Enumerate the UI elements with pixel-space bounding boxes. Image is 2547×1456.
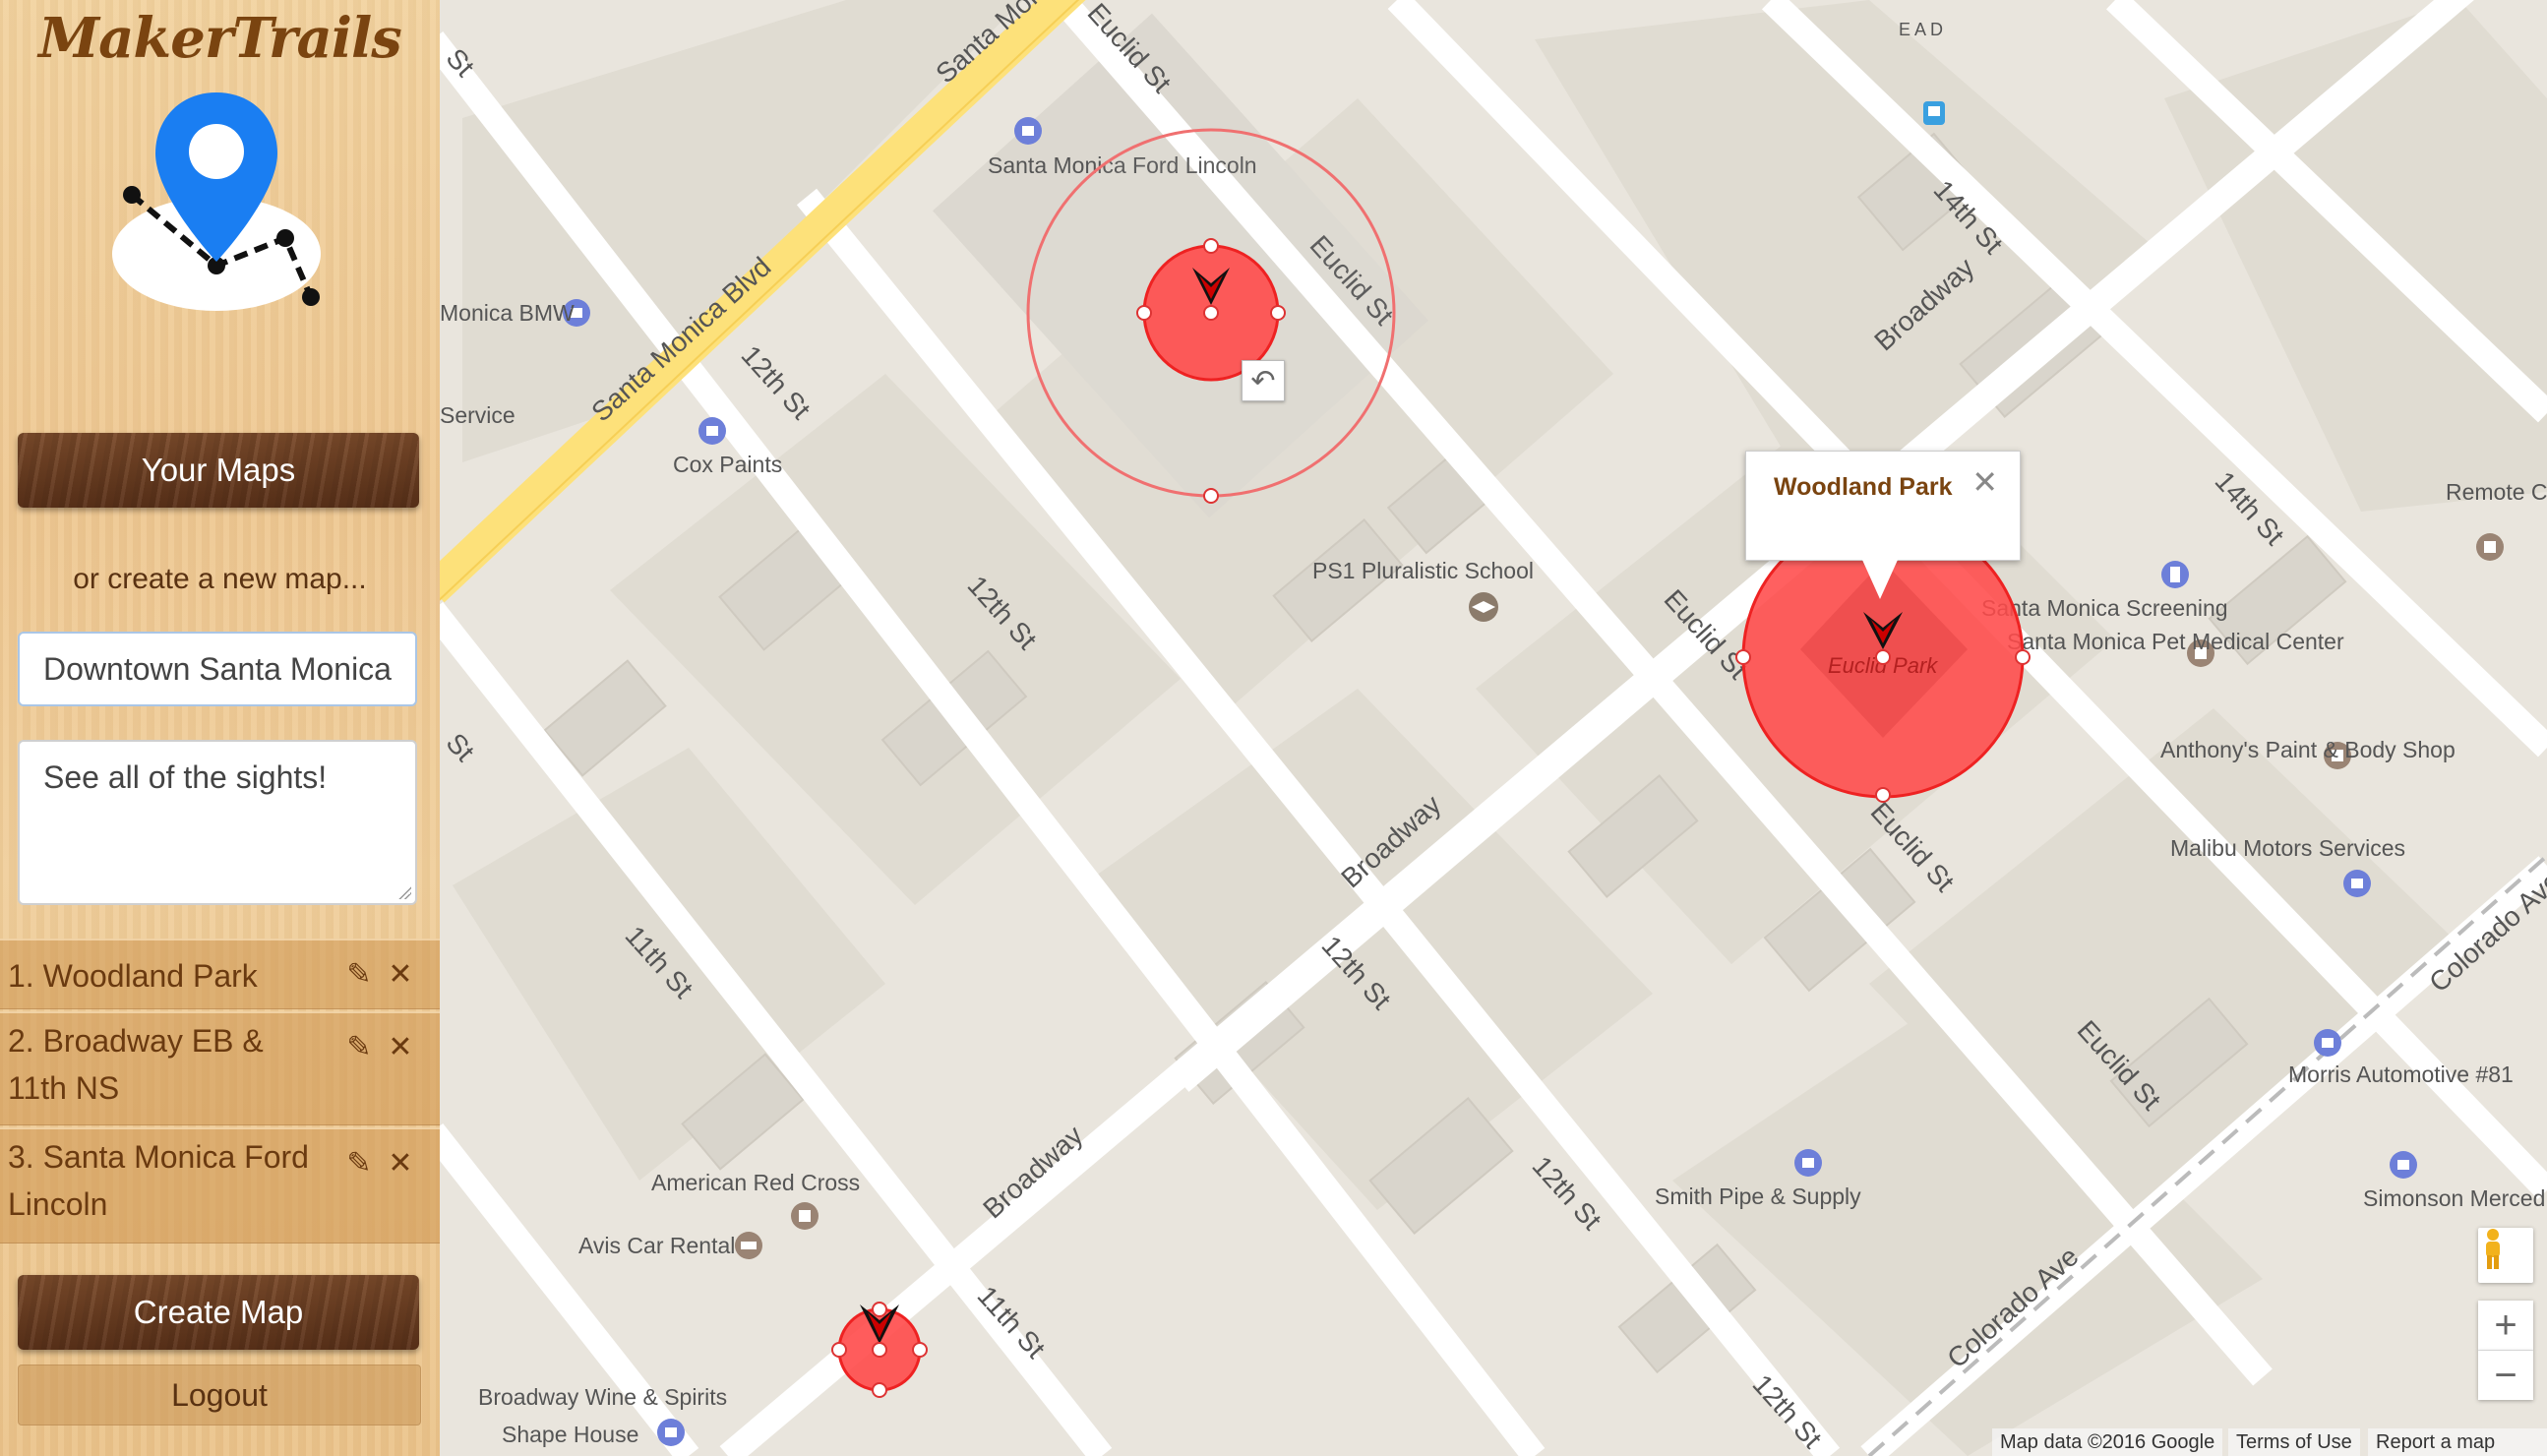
zoom-in-button[interactable]: + [2478, 1301, 2533, 1351]
stop-list-item[interactable]: 3. Santa Monica Ford Lincoln ✎ ✕ [0, 1127, 440, 1244]
undo-icon[interactable]: ↶ [1242, 360, 1285, 401]
close-icon[interactable]: ✕ [1971, 463, 1998, 501]
app-title: MakerTrails [38, 6, 402, 71]
place-label: Santa Monica Screening [1981, 595, 2228, 621]
logout-button[interactable]: Logout [18, 1365, 421, 1426]
stop-label: 2. Broadway EB & 11th NS [8, 1023, 264, 1106]
map-name-input[interactable]: Downtown Santa Monica [18, 632, 417, 706]
place-label: Monica BMW [440, 300, 575, 326]
stop-list-item[interactable]: 1. Woodland Park ✎ ✕ [0, 939, 440, 1009]
close-icon[interactable]: ✕ [386, 1147, 415, 1180]
info-window: Woodland Park ✕ [1745, 451, 2021, 599]
zoom-out-button[interactable]: − [2478, 1351, 2533, 1400]
pencil-icon[interactable]: ✎ [344, 1031, 374, 1063]
pencil-icon[interactable]: ✎ [344, 958, 374, 991]
resize-handle[interactable] [397, 885, 411, 899]
place-label: Service [440, 402, 515, 428]
place-label: American Red Cross [651, 1170, 860, 1195]
report-error-link[interactable]: Report a map error [2368, 1428, 2547, 1456]
place-label: Remote Co Production [2446, 479, 2547, 505]
map-description-textarea[interactable]: See all of the sights! [18, 740, 417, 905]
place-label: Morris Automotive #81 [2288, 1062, 2514, 1087]
place-label: Anthony's Paint & Body Shop [2160, 737, 2456, 762]
create-map-prompt: or create a new map... [73, 563, 367, 595]
sidebar: MakerTrails Your Maps or create a new ma… [0, 0, 441, 1456]
place-label: PS1 Pluralistic School [1312, 558, 1534, 583]
street-view-pegman-icon[interactable] [2478, 1228, 2533, 1283]
pencil-icon[interactable]: ✎ [344, 1147, 374, 1180]
info-window-tail [1862, 560, 1898, 599]
place-label: Simonson Merced [2363, 1185, 2545, 1211]
map-tiles[interactable]: Santa Monica Blvd Santa Monica Blvd Eucl… [440, 0, 2547, 1456]
stop-label: 1. Woodland Park [8, 958, 258, 994]
logo-map-pin-icon [98, 89, 334, 330]
close-icon[interactable]: ✕ [386, 958, 415, 991]
place-label: Cox Paints [673, 452, 782, 477]
stop-label: 3. Santa Monica Ford Lincoln [8, 1139, 309, 1222]
place-label: Shape House [502, 1422, 638, 1447]
stop-list-item[interactable]: 2. Broadway EB & 11th NS ✎ ✕ [0, 1011, 440, 1125]
place-label: Malibu Motors Services [2170, 835, 2405, 861]
place-label: E A D [1899, 20, 1943, 39]
place-label: Avis Car Rental [578, 1233, 735, 1258]
map-description-text: See all of the sights! [43, 759, 328, 795]
info-window-title: Woodland Park [1774, 473, 1953, 501]
place-label: Broadway Wine & Spirits [478, 1384, 727, 1410]
close-icon[interactable]: ✕ [386, 1031, 415, 1063]
your-maps-button[interactable]: Your Maps [18, 433, 419, 508]
place-label: Smith Pipe & Supply [1655, 1183, 1861, 1209]
map-data-attribution: Map data ©2016 Google [1992, 1428, 2223, 1456]
map-canvas[interactable]: Santa Monica Blvd Santa Monica Blvd Eucl… [440, 0, 2547, 1456]
create-map-button[interactable]: Create Map [18, 1275, 419, 1350]
terms-link[interactable]: Terms of Use [2228, 1428, 2360, 1456]
place-label: Santa Monica Pet Medical Center [2007, 629, 2344, 654]
